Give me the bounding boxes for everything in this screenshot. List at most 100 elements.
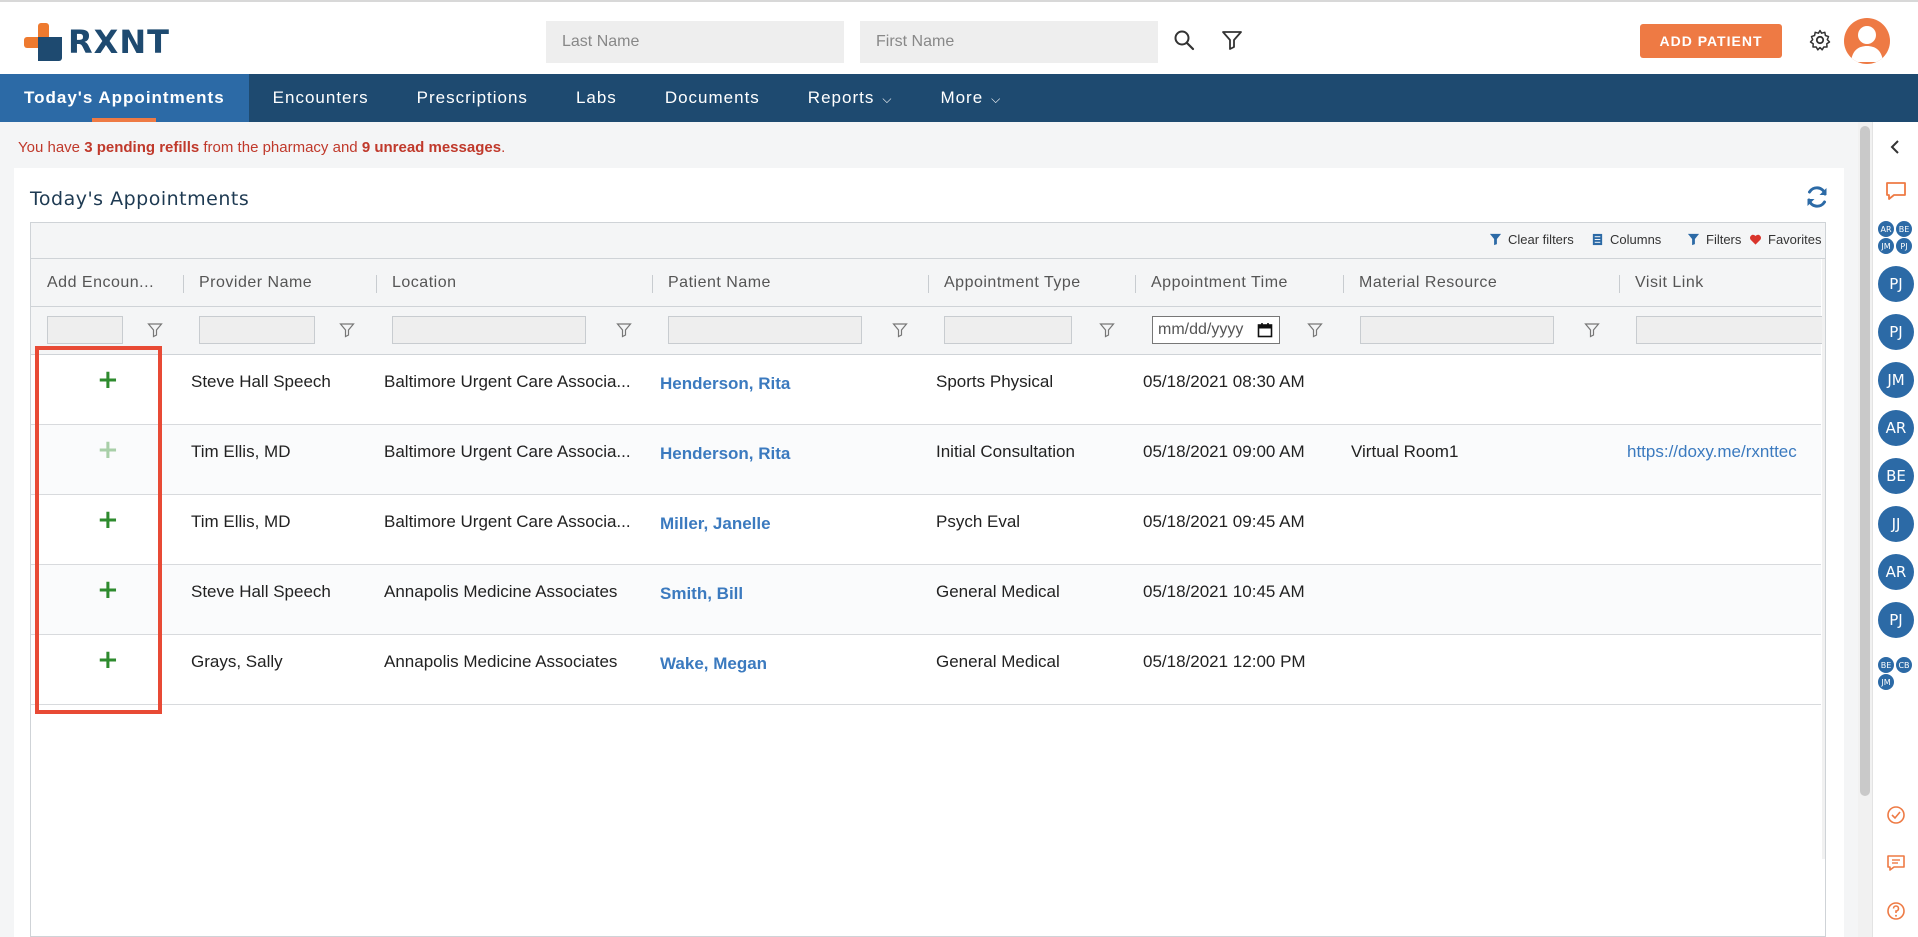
patient-name-link[interactable]: Henderson, Rita xyxy=(660,444,920,464)
date-placeholder: mm/dd/yyyy xyxy=(1158,321,1244,338)
column-header-patient[interactable]: Patient Name xyxy=(668,259,918,307)
user-bubble[interactable]: AR xyxy=(1878,410,1914,446)
right-rail: AR BE JM PJ PJ PJ JM AR BE JJ AR PJ BE C… xyxy=(1872,122,1918,937)
search-icon[interactable] xyxy=(1172,28,1196,52)
nav-labs[interactable]: Labs xyxy=(552,74,641,122)
notification-message: You have 3 pending refills from the phar… xyxy=(18,139,505,156)
location-filter-input[interactable] xyxy=(392,316,586,344)
patient-name-link[interactable]: Wake, Megan xyxy=(660,654,920,674)
nav-todays-appointments[interactable]: Today's Appointments xyxy=(0,74,249,122)
clear-filters-button[interactable]: Clear filters xyxy=(1489,232,1574,247)
nav-prescriptions[interactable]: Prescriptions xyxy=(393,74,552,122)
table-row[interactable]: + Tim Ellis, MD Baltimore Urgent Care As… xyxy=(31,425,1821,495)
task-check-icon[interactable] xyxy=(1885,804,1907,826)
table-row[interactable]: + Steve Hall Speech Annapolis Medicine A… xyxy=(31,565,1821,635)
rxnt-logo[interactable]: RXNT xyxy=(24,22,170,62)
column-header-location[interactable]: Location xyxy=(392,259,642,307)
main-nav: Today's Appointments Encounters Prescrip… xyxy=(0,74,1918,122)
column-divider[interactable] xyxy=(1343,275,1344,293)
user-initials-mini: JM xyxy=(1877,237,1895,255)
nav-documents[interactable]: Documents xyxy=(641,74,784,122)
appointments-grid: Clear filters Columns Filters Favorites … xyxy=(30,222,1826,937)
column-header-material-resource[interactable]: Material Resource xyxy=(1359,259,1609,307)
user-bubble[interactable]: JM xyxy=(1878,362,1914,398)
column-divider[interactable] xyxy=(928,275,929,293)
nav-label: Prescriptions xyxy=(416,88,528,107)
column-filter-icon[interactable] xyxy=(339,322,355,338)
column-filter-icon[interactable] xyxy=(616,322,632,338)
unread-messages-link[interactable]: 9 unread messages xyxy=(362,139,501,156)
column-header-add-encounter[interactable]: Add Encoun... xyxy=(47,259,171,307)
add-encounter-filter-input[interactable] xyxy=(47,316,123,344)
column-divider[interactable] xyxy=(183,275,184,293)
highlight-box xyxy=(35,346,162,714)
provider-filter-input[interactable] xyxy=(199,316,315,344)
column-divider[interactable] xyxy=(1619,275,1620,293)
user-bubble[interactable]: PJ xyxy=(1878,266,1914,302)
grid-header-row: Add Encoun... Provider Name Location Pat… xyxy=(31,259,1821,307)
column-filter-icon[interactable] xyxy=(1584,322,1600,338)
message-icon[interactable] xyxy=(1885,852,1907,874)
nav-label: Encounters xyxy=(272,88,369,107)
user-bubble[interactable]: PJ xyxy=(1878,602,1914,638)
favorites-button[interactable]: Favorites xyxy=(1749,232,1821,247)
user-bubble[interactable]: BE xyxy=(1878,458,1914,494)
pending-refills-link[interactable]: 3 pending refills xyxy=(84,139,199,156)
calendar-icon[interactable] xyxy=(1257,322,1273,338)
appointment-date-filter-input[interactable]: mm/dd/yyyy xyxy=(1152,316,1280,344)
patient-name-link[interactable]: Smith, Bill xyxy=(660,584,920,604)
appointment-type-filter-input[interactable] xyxy=(944,316,1072,344)
appointment-type-cell: Psych Eval xyxy=(936,512,1021,531)
toolbar-label: Favorites xyxy=(1768,232,1822,247)
column-header-appointment-time[interactable]: Appointment Time xyxy=(1151,259,1341,307)
nav-more[interactable]: More ⌵ xyxy=(916,74,1025,122)
table-row[interactable]: + Tim Ellis, MD Baltimore Urgent Care As… xyxy=(31,495,1821,565)
refresh-icon[interactable] xyxy=(1804,184,1830,210)
chevron-down-icon: ⌵ xyxy=(882,91,893,106)
page-vertical-scrollbar[interactable] xyxy=(1858,122,1872,937)
user-bubble[interactable]: PJ xyxy=(1878,314,1914,350)
column-header-provider[interactable]: Provider Name xyxy=(199,259,369,307)
user-avatar[interactable] xyxy=(1844,18,1890,64)
column-filter-icon[interactable] xyxy=(147,322,163,338)
visit-link-filter-input[interactable] xyxy=(1636,316,1825,344)
column-header-appointment-type[interactable]: Appointment Type xyxy=(944,259,1134,307)
filter-icon[interactable] xyxy=(1220,28,1244,52)
column-filter-icon[interactable] xyxy=(1307,322,1323,338)
column-filter-icon[interactable] xyxy=(892,322,908,338)
user-bubble[interactable]: JJ xyxy=(1878,506,1914,542)
grid-vertical-scrollbar[interactable] xyxy=(1822,259,1825,859)
scrollbar-thumb[interactable] xyxy=(1860,126,1870,796)
nav-encounters[interactable]: Encounters xyxy=(249,74,393,122)
provider-cell: Grays, Sally xyxy=(191,652,283,671)
columns-button[interactable]: Columns xyxy=(1591,232,1661,247)
chat-icon[interactable] xyxy=(1885,180,1907,202)
material-resource-cell: Virtual Room1 xyxy=(1351,442,1459,461)
last-name-input[interactable] xyxy=(546,21,844,63)
first-name-input[interactable] xyxy=(860,21,1158,63)
rxnt-logo-icon xyxy=(24,23,62,61)
column-filter-icon[interactable] xyxy=(1099,322,1115,338)
gear-icon[interactable] xyxy=(1808,28,1832,52)
column-divider[interactable] xyxy=(376,275,377,293)
filters-button[interactable]: Filters xyxy=(1687,232,1741,247)
patient-name-link[interactable]: Miller, Janelle xyxy=(660,514,920,534)
appointments-panel: Today's Appointments Clear filters Colum… xyxy=(14,168,1844,937)
table-row[interactable]: + Grays, Sally Annapolis Medicine Associ… xyxy=(31,635,1821,705)
visit-link[interactable]: https://doxy.me/rxnttec xyxy=(1627,442,1817,462)
help-icon[interactable] xyxy=(1885,900,1907,922)
patient-filter-input[interactable] xyxy=(668,316,862,344)
alert-text: . xyxy=(501,139,506,156)
patient-name-link[interactable]: Henderson, Rita xyxy=(660,374,920,394)
collapse-chevron-icon[interactable] xyxy=(1885,136,1907,158)
add-patient-button[interactable]: ADD PATIENT xyxy=(1640,24,1782,58)
column-divider[interactable] xyxy=(652,275,653,293)
user-bubble[interactable]: AR xyxy=(1878,554,1914,590)
location-cell: Baltimore Urgent Care Associa... xyxy=(384,372,631,391)
table-row[interactable]: + Steve Hall Speech Baltimore Urgent Car… xyxy=(31,355,1821,425)
column-header-visit-link[interactable]: Visit Link xyxy=(1635,259,1815,307)
material-resource-filter-input[interactable] xyxy=(1360,316,1554,344)
nav-reports[interactable]: Reports ⌵ xyxy=(784,74,917,122)
column-divider[interactable] xyxy=(1135,275,1136,293)
brand-name: RXNT xyxy=(68,23,170,61)
